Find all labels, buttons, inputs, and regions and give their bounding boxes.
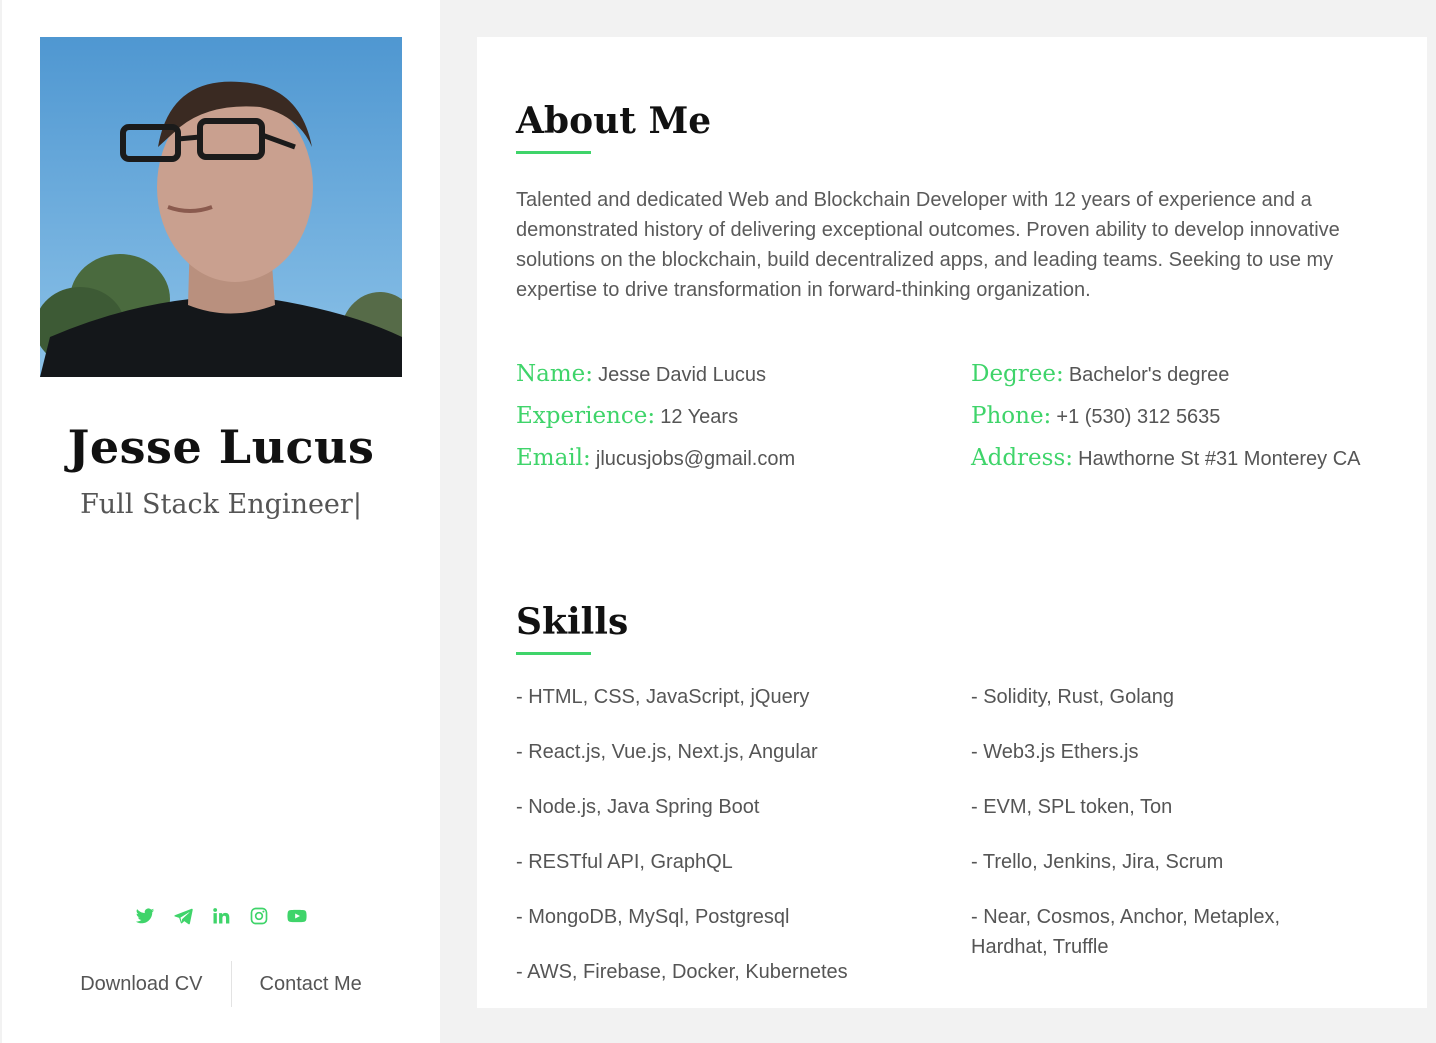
skill-item: - Trello, Jenkins, Jira, Scrum (971, 851, 1224, 873)
instagram-icon (250, 907, 268, 925)
info-value: +1 (530) 312 5635 (1056, 406, 1221, 428)
skills-title: Skills (516, 601, 629, 643)
skill-item: - Solidity, Rust, Golang (971, 686, 1175, 708)
skill-item: - Node.js, Java Spring Boot (516, 796, 760, 818)
skill-item: - RESTful API, GraphQL (516, 851, 733, 873)
skills-title-underline (516, 652, 591, 655)
skill-item: - Web3.js Ethers.js (971, 741, 1139, 763)
profile-sidebar: Jesse Lucus Full Stack Engineer| Downloa… (2, 0, 440, 1043)
telegram-icon (174, 908, 193, 925)
youtube-icon (287, 909, 307, 923)
profile-photo-illustration (40, 37, 402, 377)
info-value: jlucusjobs@gmail.com (595, 448, 796, 470)
profile-photo (40, 37, 402, 377)
telegram-link[interactable] (173, 906, 193, 926)
skills-column-right: - Solidity, Rust, Golang - Web3.js Ether… (971, 682, 1416, 1012)
skill-item: - MongoDB, MySql, Postgresql (516, 906, 790, 928)
info-address: Address: Hawthorne St #31 Monterey CA (971, 441, 1416, 477)
info-label: Name: (516, 361, 594, 387)
instagram-link[interactable] (249, 906, 269, 926)
info-phone: Phone: +1 (530) 312 5635 (971, 399, 1416, 435)
info-value: Bachelor's degree (1068, 364, 1230, 386)
youtube-link[interactable] (287, 906, 307, 926)
info-value: Jesse David Lucus (598, 364, 766, 386)
about-text: Talented and dedicated Web and Blockchai… (516, 189, 1340, 301)
info-label: Degree: (971, 361, 1064, 387)
info-label: Email: (516, 445, 591, 471)
twitter-link[interactable] (135, 906, 155, 926)
profile-role-text: Full Stack Engineer (80, 489, 353, 520)
skill-item: - Near, Cosmos, Anchor, Metaplex, Hardha… (971, 906, 1281, 958)
info-value: Hawthorne St #31 Monterey CA (1078, 448, 1361, 470)
profile-role: Full Stack Engineer| (2, 486, 440, 524)
typing-cursor: | (352, 489, 362, 520)
info-label: Phone: (971, 403, 1052, 429)
sidebar-actions: Download CV Contact Me (2, 960, 440, 1008)
skill-item: - React.js, Vue.js, Next.js, Angular (516, 741, 818, 763)
info-label: Experience: (516, 403, 656, 429)
info-email: Email: jlucusjobs@gmail.com (516, 441, 971, 477)
info-name: Name: Jesse David Lucus (516, 357, 971, 393)
info-value: 12 Years (660, 406, 739, 428)
about-title: About Me (516, 100, 712, 142)
social-links (2, 903, 440, 929)
personal-info: Name: Jesse David Lucus Degree: Bachelor… (516, 357, 1416, 477)
skills-column-left: - HTML, CSS, JavaScript, jQuery - React.… (516, 682, 971, 1012)
skill-item: - HTML, CSS, JavaScript, jQuery (516, 686, 810, 708)
skills-list: - HTML, CSS, JavaScript, jQuery - React.… (516, 682, 1416, 1012)
contact-me-button[interactable]: Contact Me (232, 960, 390, 1008)
skill-item: - AWS, Firebase, Docker, Kubernetes (516, 961, 848, 983)
about-title-underline (516, 151, 591, 154)
skill-item: - EVM, SPL token, Ton (971, 796, 1173, 818)
about-card: About Me Talented and dedicated Web and … (477, 37, 1427, 1008)
linkedin-icon (213, 908, 230, 924)
download-cv-button[interactable]: Download CV (52, 960, 230, 1008)
linkedin-link[interactable] (211, 906, 231, 926)
info-label: Address: (971, 445, 1074, 471)
twitter-icon (135, 908, 155, 924)
info-degree: Degree: Bachelor's degree (971, 357, 1416, 393)
info-experience: Experience: 12 Years (516, 399, 971, 435)
profile-name: Jesse Lucus (67, 420, 375, 474)
